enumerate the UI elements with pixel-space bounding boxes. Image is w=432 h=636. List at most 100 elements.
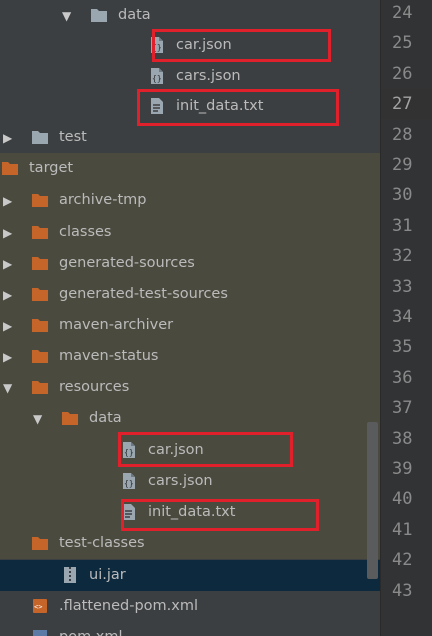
tree-item-label: resources bbox=[59, 379, 130, 395]
line-number: 25 bbox=[392, 33, 413, 54]
line-number: 34 bbox=[392, 307, 413, 327]
line-number: 24 bbox=[392, 3, 413, 23]
expand-arrow-down-icon[interactable]: ▼ bbox=[3, 381, 17, 395]
folder-icon bbox=[1, 159, 19, 177]
line-number: 36 bbox=[392, 367, 413, 388]
tree-item[interactable]: {} car.json bbox=[0, 30, 380, 61]
folder-icon bbox=[31, 534, 49, 552]
expand-arrow-right-icon[interactable]: ▶ bbox=[3, 350, 17, 364]
tree-item[interactable]: ▶ generated-test-sources bbox=[0, 279, 380, 310]
json-file-icon: {} bbox=[120, 472, 138, 490]
tree-item[interactable]: m pom.xml bbox=[0, 622, 380, 636]
expand-arrow-down-icon[interactable]: ▼ bbox=[33, 412, 47, 426]
tree-item-label: generated-sources bbox=[59, 255, 195, 271]
expand-arrow-down-icon[interactable]: ▼ bbox=[62, 9, 76, 23]
line-number: 30 bbox=[392, 185, 413, 206]
expand-arrow-right-icon[interactable]: ▶ bbox=[3, 194, 17, 208]
tree-item-label: pom.xml bbox=[59, 628, 123, 636]
line-number: 35 bbox=[392, 337, 413, 358]
line-number: 41 bbox=[392, 519, 413, 540]
folder-icon bbox=[31, 316, 49, 334]
tree-item-label: maven-archiver bbox=[59, 317, 174, 333]
json-file-icon: {} bbox=[148, 36, 166, 54]
folder-icon bbox=[31, 254, 49, 272]
tree-item-label: classes bbox=[59, 224, 112, 240]
tree-item-label: cars.json bbox=[148, 473, 213, 489]
tree-item-label: generated-test-sources bbox=[59, 286, 228, 302]
tree-item-label: .flattened-pom.xml bbox=[59, 598, 199, 614]
line-number: 38 bbox=[392, 428, 413, 449]
tree-item-label: data bbox=[89, 410, 122, 426]
tree-item[interactable]: {} cars.json bbox=[0, 466, 380, 497]
tree-item-label: archive-tmp bbox=[59, 192, 147, 208]
line-number-gutter: 24 25 26 27 28 29 30 31 32 33 34 35 36 37 38 39 40 41 42 43 bbox=[380, 0, 432, 636]
folder-icon bbox=[31, 347, 49, 365]
tree-item-label: cars.json bbox=[176, 68, 241, 84]
folder-icon bbox=[31, 223, 49, 241]
tree-item-label: ui.jar bbox=[89, 567, 126, 583]
tree-item[interactable]: ▶ test bbox=[0, 122, 380, 153]
tree-item[interactable]: ▼ data bbox=[0, 403, 380, 434]
svg-text:{}: {} bbox=[152, 74, 162, 83]
text-file-icon bbox=[120, 503, 138, 521]
folder-icon bbox=[61, 409, 79, 427]
line-number: 27 bbox=[381, 89, 432, 120]
tree-item-label: test bbox=[59, 129, 87, 145]
line-number: 37 bbox=[392, 398, 413, 419]
text-file-icon bbox=[148, 97, 166, 115]
tree-item[interactable]: init_data.txt bbox=[0, 497, 380, 528]
tree-item[interactable]: ▶ classes bbox=[0, 217, 380, 248]
expand-arrow-right-icon[interactable]: ▶ bbox=[3, 319, 17, 333]
folder-icon bbox=[31, 378, 49, 396]
folder-icon bbox=[90, 6, 108, 24]
tree-item[interactable]: ▶ maven-status bbox=[0, 341, 380, 372]
tree-item-label: data bbox=[118, 7, 151, 23]
project-tree[interactable]: ▼ data {} car.json {} cars.json init_data.txt ▶… bbox=[0, 0, 380, 636]
tree-item[interactable]: ▶ maven-archiver bbox=[0, 310, 380, 341]
line-number: 40 bbox=[392, 489, 413, 510]
tree-item-label: test-classes bbox=[59, 535, 145, 551]
line-number: 33 bbox=[392, 276, 413, 297]
tree-item[interactable]: init_data.txt bbox=[0, 91, 380, 122]
maven-file-icon: m bbox=[31, 628, 49, 636]
tree-item-label: car.json bbox=[176, 37, 232, 53]
svg-text:{}: {} bbox=[124, 479, 134, 488]
line-number: 32 bbox=[392, 246, 413, 267]
svg-text:{}: {} bbox=[152, 43, 162, 52]
tree-item-label: target bbox=[29, 160, 74, 176]
expand-arrow-right-icon[interactable]: ▶ bbox=[3, 226, 17, 240]
tree-item-label: maven-status bbox=[59, 348, 159, 364]
line-number: 43 bbox=[392, 580, 413, 601]
json-file-icon: {} bbox=[120, 441, 138, 459]
folder-icon bbox=[31, 285, 49, 303]
tree-item[interactable]: ▶ archive-tmp bbox=[0, 185, 380, 216]
line-number: 29 bbox=[392, 155, 413, 175]
svg-text:{}: {} bbox=[124, 448, 134, 457]
tree-item[interactable]: <> .flattened-pom.xml bbox=[0, 591, 380, 622]
tree-item[interactable]: {} car.json bbox=[0, 435, 380, 466]
line-number: 26 bbox=[392, 63, 413, 84]
tree-item-label: car.json bbox=[148, 442, 204, 458]
folder-icon bbox=[31, 128, 49, 146]
tree-item[interactable]: {} cars.json bbox=[0, 61, 380, 92]
json-file-icon: {} bbox=[148, 67, 166, 85]
tree-item[interactable]: ▶ generated-sources bbox=[0, 248, 380, 279]
expand-arrow-right-icon[interactable]: ▶ bbox=[3, 131, 17, 145]
svg-text:<>: <> bbox=[34, 603, 42, 611]
tree-scrollbar[interactable] bbox=[367, 422, 378, 579]
tree-item[interactable]: ui.jar bbox=[0, 560, 380, 591]
jar-file-icon bbox=[61, 566, 79, 584]
expand-arrow-right-icon[interactable]: ▶ bbox=[3, 288, 17, 302]
tree-item[interactable]: ▼target bbox=[0, 153, 380, 184]
line-number: 28 bbox=[392, 124, 413, 145]
xml-file-icon: <> bbox=[31, 597, 49, 615]
tree-item-label: init_data.txt bbox=[148, 504, 236, 520]
folder-icon bbox=[31, 191, 49, 209]
expand-arrow-right-icon[interactable]: ▶ bbox=[3, 257, 17, 271]
line-number: 39 bbox=[392, 459, 413, 479]
tree-item[interactable]: test-classes bbox=[0, 528, 380, 559]
tree-item[interactable]: ▼ data bbox=[0, 0, 380, 31]
line-number: 42 bbox=[392, 550, 413, 571]
tree-item[interactable]: ▼ resources bbox=[0, 372, 380, 403]
tree-item-label: init_data.txt bbox=[176, 98, 264, 114]
